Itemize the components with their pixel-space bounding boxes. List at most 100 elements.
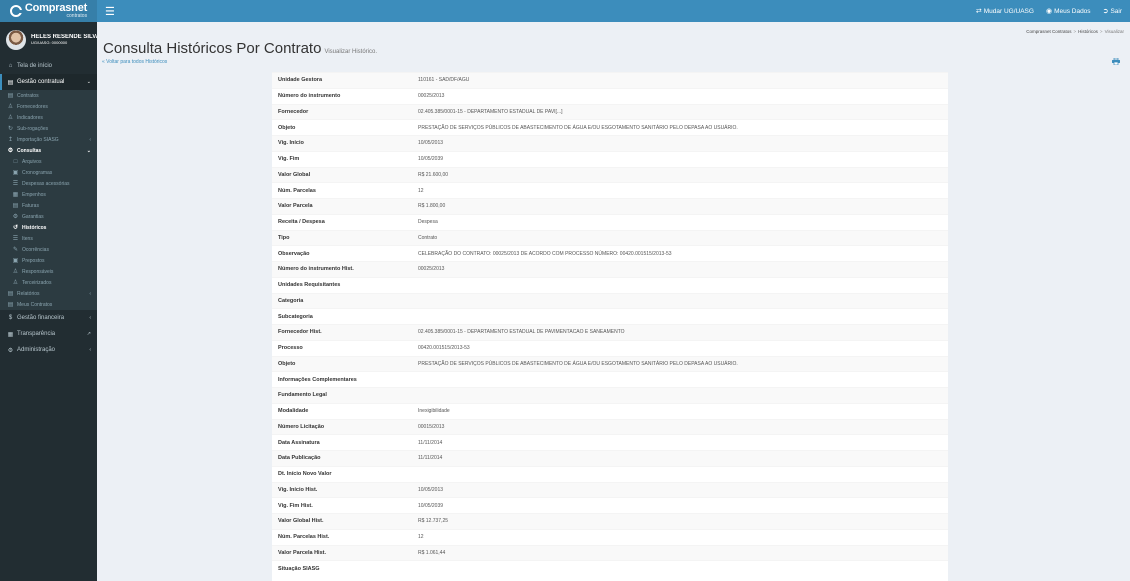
user-unit: UG/UASG: 0000000 bbox=[31, 40, 68, 46]
field-value: 00025/2013 bbox=[418, 261, 948, 278]
table-row: Número do instrumento Hist. 00025/2013 bbox=[272, 261, 948, 278]
sidebar-item-accessory-expenses[interactable]: ☰ Despesas acessórias bbox=[0, 178, 97, 189]
field-label: Vig. Início bbox=[272, 135, 418, 152]
print-icon[interactable] bbox=[1112, 58, 1120, 65]
field-value: Inexigibilidade bbox=[418, 402, 948, 419]
sidebar-item-my-contracts[interactable]: ▤ Meus Contratos bbox=[0, 299, 97, 310]
table-row: Vig. Início Hist. 10/05/2013 bbox=[272, 481, 948, 498]
field-value bbox=[418, 292, 948, 309]
breadcrumb: Comprasnet Contratos > Históricos > Visu… bbox=[1026, 29, 1124, 34]
sidebar-item-administration[interactable]: ⚙ Administração ‹ bbox=[0, 342, 97, 358]
sidebar-item-invoices[interactable]: ▤ Faturas bbox=[0, 200, 97, 211]
sidebar-item-files[interactable]: □ Arquivos bbox=[0, 156, 97, 167]
external-link-icon: ↗ bbox=[86, 331, 91, 337]
field-value bbox=[418, 560, 948, 577]
table-row: Vig. Fim Hist. 10/05/2039 bbox=[272, 497, 948, 514]
field-label: Situação SIASG bbox=[272, 560, 418, 577]
table-row: Dt. Início Novo Valor bbox=[272, 465, 948, 482]
sidebar-item-items[interactable]: ☰ Itens bbox=[0, 233, 97, 244]
history-details-table: Unidade Gestora 110161 - SAD/DF/AGU Número… bbox=[272, 72, 948, 577]
table-row: Processo 00420.001515/2013-53 bbox=[272, 339, 948, 356]
sidebar-item-siasg-import[interactable]: ↥ Importação SIASG ‹ bbox=[0, 134, 97, 145]
sidebar-item-suppliers[interactable]: ♙ Fornecedores bbox=[0, 101, 97, 112]
breadcrumb-current: Visualizar bbox=[1104, 29, 1124, 34]
sidebar-item-sub-rogations[interactable]: ↻ Sub-rogações bbox=[0, 123, 97, 134]
sidebar: HELES RESENDE SILVA... UG/UASG: 0000000 … bbox=[0, 22, 97, 581]
page-title: Consulta Históricos Por Contrato bbox=[103, 40, 322, 57]
field-label: Valor Parcela bbox=[272, 198, 418, 215]
breadcrumb-histories[interactable]: Históricos bbox=[1078, 29, 1098, 34]
field-value: Contrato bbox=[418, 229, 948, 246]
users-icon: ♙ bbox=[12, 280, 19, 286]
cogs-icon: ⚙ bbox=[7, 347, 14, 354]
table-row: Data Publicação 11/11/2014 bbox=[272, 450, 948, 467]
back-to-histories-link[interactable]: « Voltar para todos Históricos bbox=[102, 59, 167, 65]
field-label: Núm. Parcelas Hist. bbox=[272, 528, 418, 545]
table-row: Vig. Fim 10/05/2039 bbox=[272, 150, 948, 167]
comprasnet-logo-icon bbox=[9, 5, 22, 17]
table-row: Data Assinatura 11/11/2014 bbox=[272, 434, 948, 451]
chevron-left-icon: ‹ bbox=[89, 136, 91, 143]
table-row: Valor Global R$ 21.600,00 bbox=[272, 166, 948, 183]
sidebar-item-outsourced[interactable]: ♙ Terceirizados bbox=[0, 277, 97, 288]
user-icon: ♙ bbox=[12, 269, 19, 275]
sidebar-item-reports[interactable]: ▤ Relatórios ‹ bbox=[0, 288, 97, 299]
page-subtitle: Visualizar Histórico. bbox=[324, 49, 378, 55]
field-value: R$ 12.737,25 bbox=[418, 513, 948, 530]
field-label: Dt. Início Novo Valor bbox=[272, 465, 418, 482]
field-label: Fornecedor bbox=[272, 103, 418, 120]
sidebar-item-responsibles[interactable]: ♙ Responsáveis bbox=[0, 266, 97, 277]
sidebar-item-home[interactable]: ⌂ Tela de início bbox=[0, 58, 97, 74]
sidebar-item-commitments[interactable]: ▦ Empenhos bbox=[0, 189, 97, 200]
sidebar-item-occurrences[interactable]: ✎ Ocorrências bbox=[0, 244, 97, 255]
field-value: 00015/2013 bbox=[418, 418, 948, 435]
sidebar-item-guarantees[interactable]: ⚙ Garantias bbox=[0, 211, 97, 222]
table-row: Valor Parcela R$ 1.800,00 bbox=[272, 198, 948, 215]
sidebar-item-agents[interactable]: ▣ Prepostos bbox=[0, 255, 97, 266]
avatar bbox=[6, 30, 26, 50]
field-value: 12 bbox=[418, 182, 948, 199]
sidebar-item-queries[interactable]: ⚙ Consultas ⌄ bbox=[0, 145, 97, 156]
table-row: Unidades Requisitantes bbox=[272, 276, 948, 293]
field-value bbox=[418, 387, 948, 404]
field-value bbox=[418, 276, 948, 293]
chevron-down-icon: ⌄ bbox=[86, 79, 91, 85]
field-value: 110161 - SAD/DF/AGU bbox=[418, 72, 948, 89]
sidebar-item-contract-management[interactable]: ▤ Gestão contratual ⌄ bbox=[0, 74, 97, 90]
breadcrumb-home[interactable]: Comprasnet Contratos bbox=[1026, 29, 1071, 34]
chevron-left-icon: ‹ bbox=[89, 290, 91, 297]
table-row: Objeto PRESTAÇÃO DE SERVIÇOS PÚBLICOS DE … bbox=[272, 355, 948, 372]
hamburger-icon[interactable]: ☰ bbox=[105, 5, 115, 18]
table-row: Núm. Parcelas 12 bbox=[272, 182, 948, 199]
calendar-icon: ▣ bbox=[12, 170, 19, 176]
sidebar-item-transparency[interactable]: ▦ Transparência ↗ bbox=[0, 326, 97, 342]
my-data-link[interactable]: ◉ Meus Dados bbox=[1046, 7, 1091, 16]
field-value bbox=[418, 371, 948, 388]
table-row: Tipo Contrato bbox=[272, 229, 948, 246]
field-label: Valor Parcela Hist. bbox=[272, 544, 418, 561]
sidebar-item-schedules[interactable]: ▣ Cronogramas bbox=[0, 167, 97, 178]
logout-link[interactable]: ➲ Sair bbox=[1103, 7, 1122, 16]
list-icon: ☰ bbox=[12, 181, 19, 187]
sidebar-item-histories[interactable]: ↺ Históricos bbox=[0, 222, 97, 233]
file-icon: ▤ bbox=[7, 79, 14, 86]
sidebar-item-indicators[interactable]: ♙ Indicadores bbox=[0, 112, 97, 123]
field-value: 10/05/2039 bbox=[418, 497, 948, 514]
table-row: Unidade Gestora 110161 - SAD/DF/AGU bbox=[272, 72, 948, 89]
table-row: Subcategoria bbox=[272, 308, 948, 325]
field-value: R$ 1.061,44 bbox=[418, 544, 948, 561]
table-row: Fornecedor Hist. 02.405.385/0001-15 - DEP… bbox=[272, 324, 948, 341]
field-value: CELEBRAÇÃO DO CONTRATO: 00025/2013 DE AC… bbox=[418, 245, 948, 262]
document-icon: ▤ bbox=[7, 302, 14, 308]
change-unit-link[interactable]: ⇄ Mudar UG/UASG bbox=[976, 7, 1034, 16]
table-row: Valor Parcela Hist. R$ 1.061,44 bbox=[272, 544, 948, 561]
field-label: Vig. Fim bbox=[272, 150, 418, 167]
field-value: R$ 1.800,00 bbox=[418, 198, 948, 215]
chevron-left-icon: ‹ bbox=[89, 315, 91, 321]
page-header: Consulta Históricos Por Contrato Visuali… bbox=[103, 40, 377, 57]
app-logo[interactable]: Comprasnet contratos bbox=[0, 0, 97, 22]
field-value bbox=[418, 308, 948, 325]
sidebar-item-contracts[interactable]: ▤ Contratos bbox=[0, 90, 97, 101]
table-row: Categoria bbox=[272, 292, 948, 309]
sidebar-item-financial-management[interactable]: $ Gestão financeira ‹ bbox=[0, 310, 97, 326]
